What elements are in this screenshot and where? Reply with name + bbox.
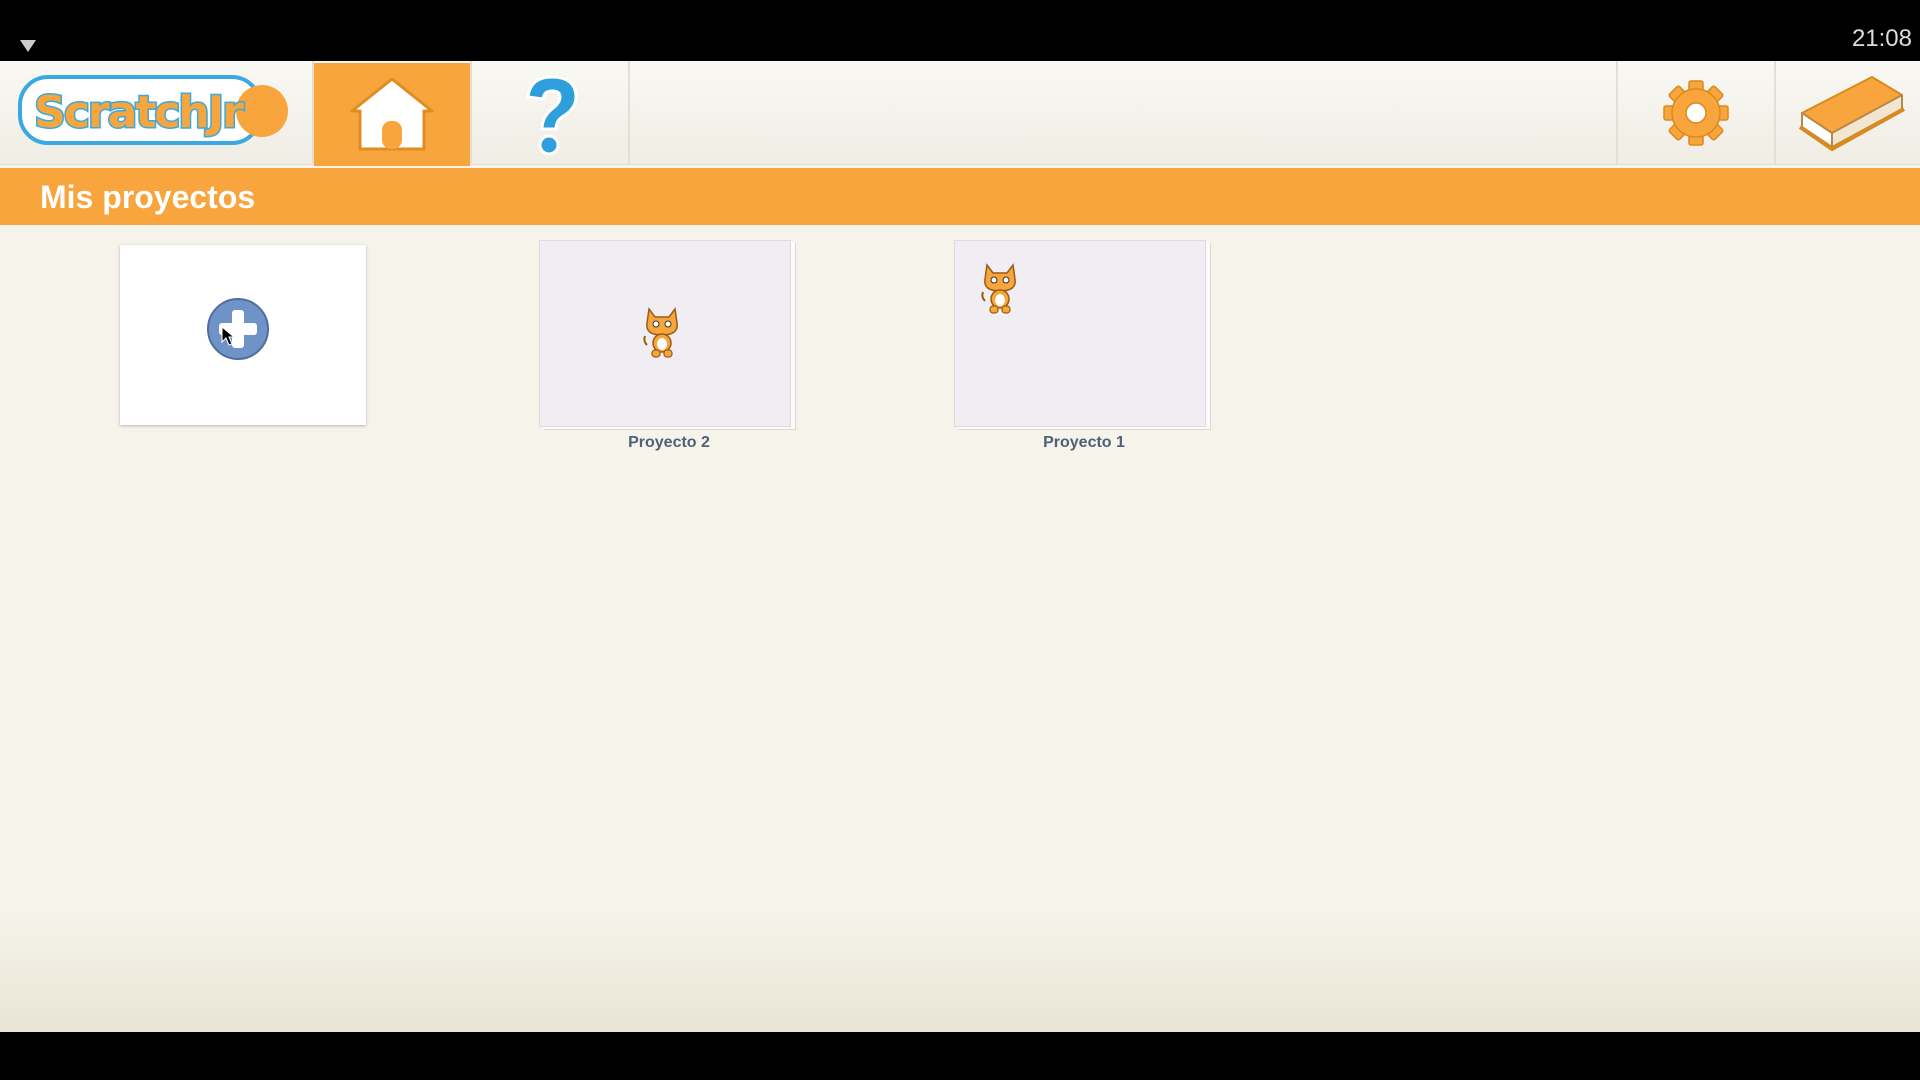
gear-icon — [1663, 80, 1729, 146]
mouse-cursor-icon — [221, 326, 235, 346]
book-button[interactable] — [1776, 61, 1920, 164]
app-window: ScratchJr Mis proyectos Proyecto 2 Proye… — [0, 61, 1920, 1032]
scratch-cat-sprite — [643, 307, 678, 358]
status-bar: 21:08 — [0, 0, 1920, 61]
home-icon — [350, 77, 434, 151]
project-thumbnail[interactable] — [539, 240, 791, 427]
nav-divider — [628, 61, 630, 164]
project-thumbnail[interactable] — [954, 240, 1206, 427]
top-navbar: ScratchJr — [0, 61, 1920, 166]
bottom-gradient — [0, 912, 1920, 1032]
new-project-button[interactable] — [120, 245, 366, 425]
book-icon — [1798, 76, 1905, 151]
help-button[interactable] — [472, 61, 628, 164]
page-title: Mis proyectos — [40, 179, 256, 215]
plus-icon — [207, 298, 269, 360]
settings-button[interactable] — [1618, 61, 1774, 164]
project-card[interactable]: Proyecto 2 — [539, 240, 799, 465]
project-name[interactable]: Proyecto 1 — [954, 433, 1214, 453]
help-icon — [526, 75, 578, 156]
dropdown-indicator-icon — [20, 40, 36, 52]
scratch-cat-sprite — [981, 263, 1016, 314]
project-card[interactable]: Proyecto 1 — [954, 240, 1214, 465]
status-time: 21:08 — [1851, 26, 1912, 52]
project-name[interactable]: Proyecto 2 — [539, 433, 799, 453]
scratchjr-logo: ScratchJr — [18, 75, 288, 145]
home-tab[interactable] — [314, 63, 470, 166]
svg-text:ScratchJr: ScratchJr — [34, 87, 244, 138]
section-header: Mis proyectos — [0, 168, 1920, 225]
